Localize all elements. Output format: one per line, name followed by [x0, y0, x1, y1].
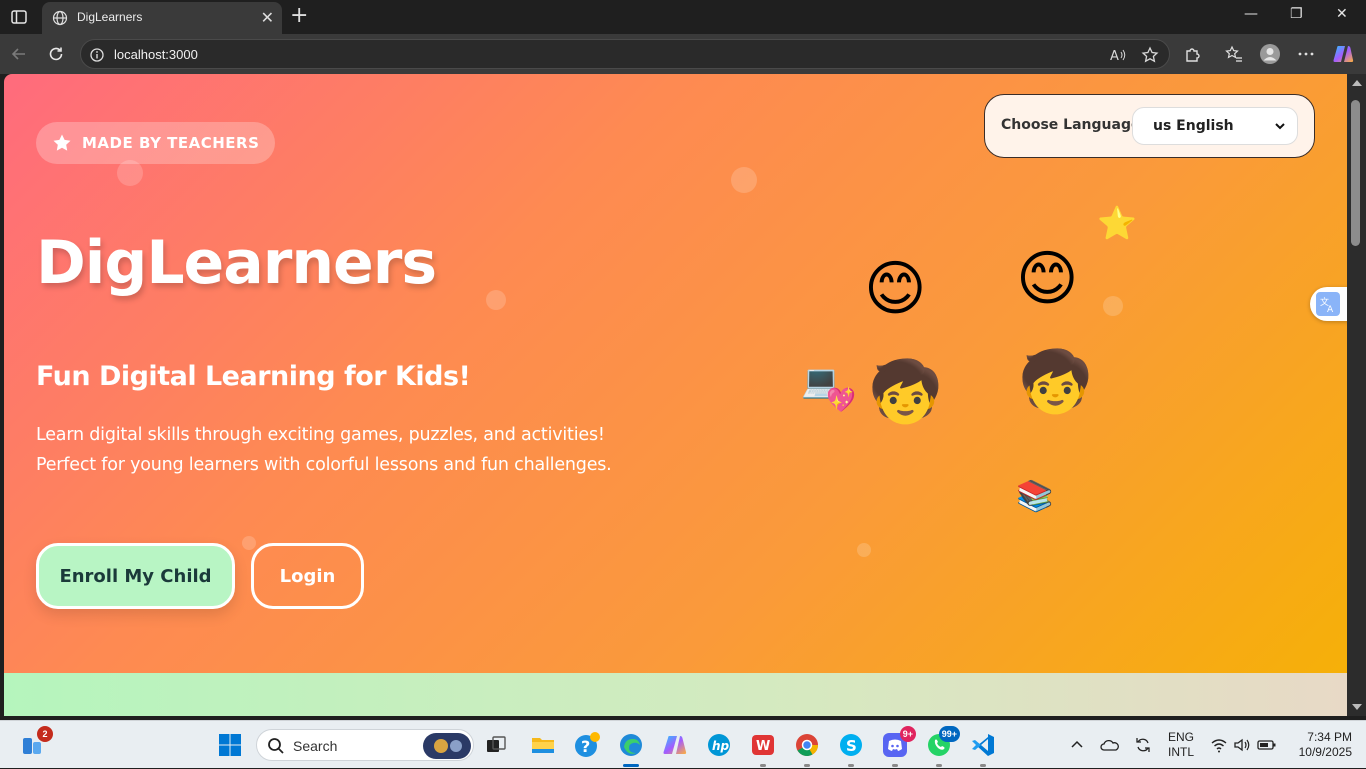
windows-start-icon[interactable] — [214, 729, 246, 761]
hero-subtitle: Fun Digital Learning for Kids! — [36, 361, 471, 392]
battery-icon[interactable] — [1257, 721, 1277, 769]
edge-browser-icon[interactable] — [615, 729, 647, 767]
scroll-up-arrow-icon[interactable] — [1352, 80, 1362, 86]
decor-bubble — [242, 536, 256, 550]
new-tab-button[interactable]: + — [290, 3, 308, 28]
decor-bubble — [857, 543, 871, 557]
made-by-teachers-badge: MADE BY TEACHERS — [36, 122, 276, 164]
smiling-face-emoji: 😊 — [864, 254, 927, 324]
chrome-icon[interactable] — [791, 729, 823, 767]
globe-icon — [52, 10, 68, 26]
sync-icon[interactable] — [1133, 721, 1153, 769]
badge-label: MADE BY TEACHERS — [82, 134, 260, 152]
heart-emoji: 💖 — [826, 386, 856, 414]
clock-date: 10/9/2025 — [1298, 745, 1352, 759]
svg-text:A: A — [1110, 49, 1119, 64]
wps-office-icon[interactable]: W — [747, 729, 779, 767]
browser-toolbar: localhost:3000 A — [0, 34, 1366, 74]
books-emoji: 📚 — [1016, 479, 1054, 514]
language-code: ENG — [1168, 730, 1195, 744]
hero-section: MADE BY TEACHERS DigLearners Fun Digital… — [4, 74, 1347, 673]
svg-text:W: W — [756, 739, 770, 754]
browser-titlebar: DigLearners ✕ + — ❐ ✕ — [0, 0, 1366, 34]
decor-bubble — [486, 290, 506, 310]
hero-description: Learn digital skills through exciting ga… — [36, 425, 612, 475]
tab-actions-icon[interactable] — [10, 8, 28, 26]
skype-icon[interactable]: S — [835, 729, 867, 767]
discord-badge: 9+ — [899, 726, 916, 742]
address-bar[interactable]: localhost:3000 A — [80, 39, 1170, 69]
svg-text:?: ? — [581, 737, 590, 756]
site-info-icon[interactable] — [90, 47, 104, 62]
child-emoji: 🧒 — [868, 357, 943, 427]
translate-button[interactable]: 文A — [1310, 287, 1350, 321]
refresh-icon[interactable] — [45, 43, 67, 65]
file-explorer-icon[interactable] — [527, 729, 559, 761]
clock[interactable]: 7:34 PM 10/9/2025 — [1290, 721, 1352, 769]
whatsapp-icon[interactable]: 99+ — [923, 726, 960, 767]
page-viewport: MADE BY TEACHERS DigLearners Fun Digital… — [4, 74, 1347, 716]
hero-title: DigLearners — [36, 228, 437, 298]
taskbar-search-box[interactable]: Search — [256, 729, 474, 761]
next-section-preview — [4, 673, 1347, 716]
discord-icon[interactable]: 9+ — [879, 726, 916, 767]
page-scrollbar[interactable] — [1347, 74, 1366, 716]
show-hidden-icons-icon[interactable] — [1070, 721, 1084, 769]
widgets-badge: 2 — [37, 726, 53, 742]
task-view-icon[interactable] — [480, 729, 512, 761]
scroll-down-arrow-icon[interactable] — [1352, 704, 1362, 710]
language-selector-card: Choose Language: us English — [984, 94, 1315, 158]
get-help-icon[interactable]: ? — [571, 729, 603, 761]
vscode-icon[interactable] — [967, 729, 999, 767]
chevron-down-icon — [1275, 123, 1285, 130]
favorites-icon[interactable] — [1223, 43, 1245, 65]
translate-icon: 文A — [1316, 292, 1340, 316]
search-highlight-image — [423, 733, 471, 759]
tab-close-icon[interactable]: ✕ — [261, 8, 274, 28]
search-label: Search — [293, 738, 338, 754]
windows-taskbar: 2 Search ? hp W S 9+ 99+ ENG INTL 7:34 P… — [0, 720, 1366, 768]
more-options-icon[interactable] — [1295, 43, 1317, 65]
whatsapp-badge: 99+ — [938, 726, 960, 742]
tab-title: DigLearners — [77, 10, 143, 24]
decor-bubble — [731, 167, 757, 193]
scrollbar-thumb[interactable] — [1351, 100, 1360, 246]
hp-icon[interactable]: hp — [703, 729, 735, 761]
language-label: Choose Language: — [1001, 117, 1147, 133]
copilot-app-icon[interactable] — [659, 729, 691, 761]
close-window-button[interactable]: ✕ — [1336, 6, 1348, 22]
wifi-icon[interactable] — [1210, 721, 1228, 769]
clock-time: 7:34 PM — [1307, 730, 1352, 744]
extensions-icon[interactable] — [1182, 43, 1204, 65]
minimize-button[interactable]: — — [1244, 6, 1258, 22]
star-icon — [53, 134, 71, 151]
keyboard-layout: INTL — [1168, 745, 1195, 759]
svg-text:A: A — [1327, 305, 1334, 313]
widgets-icon[interactable]: 2 — [16, 726, 53, 761]
login-button[interactable]: Login — [251, 543, 364, 609]
back-arrow-icon[interactable] — [8, 43, 30, 65]
copilot-icon[interactable] — [1332, 43, 1354, 65]
child-emoji: 🧒 — [1018, 347, 1093, 417]
language-select[interactable]: us English — [1132, 107, 1298, 145]
enroll-my-child-button[interactable]: Enroll My Child — [36, 543, 235, 609]
maximize-button[interactable]: ❐ — [1290, 6, 1303, 22]
smiling-face-emoji: 😊 — [1016, 244, 1079, 314]
star-emoji: ⭐ — [1097, 204, 1137, 242]
onedrive-icon[interactable] — [1100, 721, 1120, 769]
search-icon — [268, 738, 284, 754]
svg-text:hp: hp — [712, 739, 730, 753]
decor-bubble — [1103, 296, 1123, 316]
svg-text:S: S — [846, 737, 857, 755]
input-language-indicator[interactable]: ENG INTL — [1168, 721, 1194, 769]
volume-icon[interactable] — [1233, 721, 1251, 769]
url-text[interactable]: localhost:3000 — [114, 47, 198, 62]
read-aloud-icon[interactable]: A — [1109, 46, 1127, 64]
language-selected-value: us English — [1153, 118, 1234, 134]
favorite-star-icon[interactable] — [1141, 46, 1159, 64]
browser-tab-active[interactable]: DigLearners ✕ — [42, 2, 282, 34]
profile-avatar-icon[interactable] — [1259, 43, 1281, 65]
